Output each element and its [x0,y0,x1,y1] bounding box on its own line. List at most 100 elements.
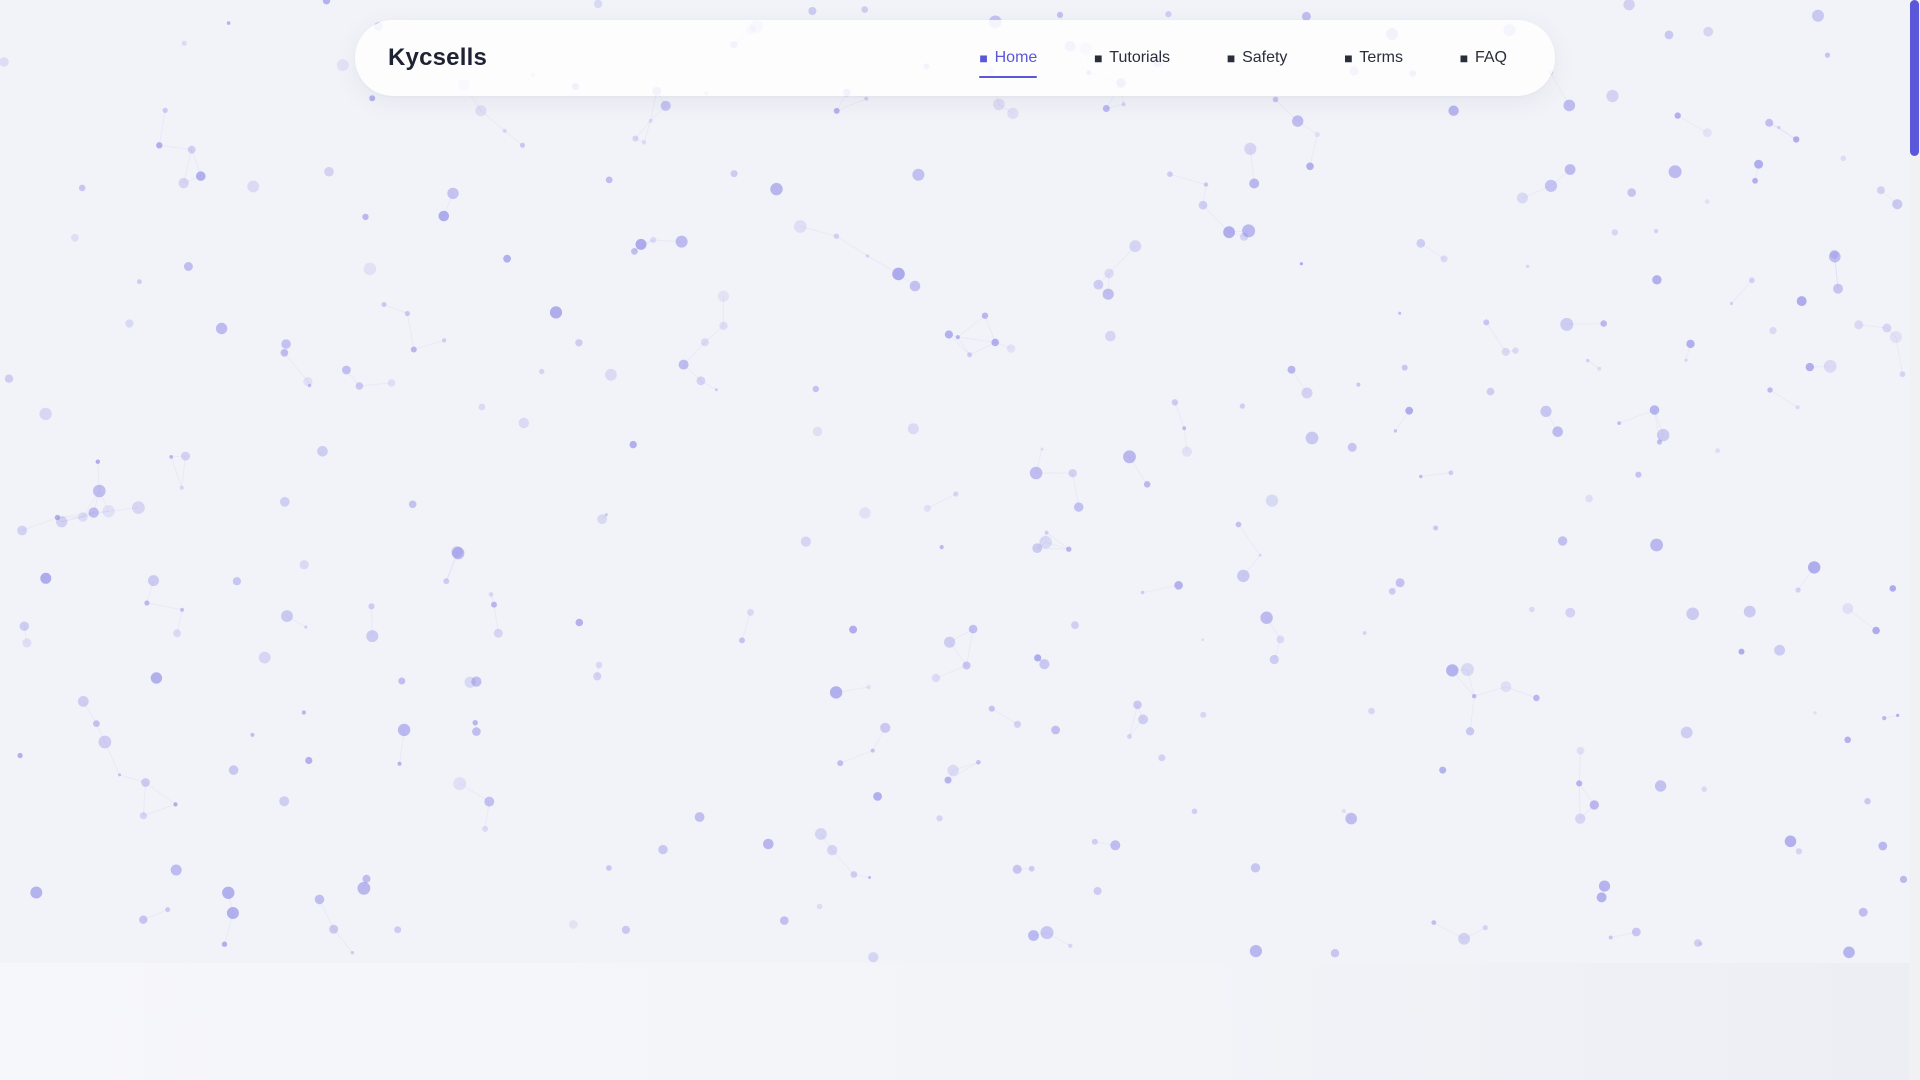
particle-dot [173,629,182,638]
particle-dot [178,177,189,189]
particle-dot [700,338,709,347]
particle-dot [629,440,637,449]
particle-dot [1686,607,1699,621]
particle-dot [1006,344,1016,353]
brand-logo[interactable]: Kycsells [388,20,487,96]
nav-item-home[interactable]: ■ Home [978,20,1037,96]
particle-dot [1398,311,1402,315]
particle-dot [1198,200,1208,210]
particle-dot [1071,621,1079,629]
particle-dot [1635,471,1642,478]
particle-link [957,336,996,343]
particle-dot [150,672,163,684]
particle-dot [1843,946,1855,959]
particle-dot [1191,808,1198,815]
particle-dot [475,105,487,117]
particle-dot [815,828,827,840]
particle-dot [1701,786,1707,792]
particle-dot [452,546,465,560]
particle-dot [317,446,328,457]
particle-dot [93,484,106,498]
particle-dot [520,142,525,148]
particle-dot [1686,339,1695,349]
particle-dot [833,107,840,114]
nav-item-tutorials[interactable]: ■ Tutorials [1093,20,1170,96]
particle-dot [78,184,86,192]
particle-dot [1598,880,1611,892]
particle-dot [868,876,872,879]
particle-dot [953,491,959,497]
particle-dot [1649,405,1660,415]
particle-dot [1091,838,1098,845]
particle-dot [1133,700,1142,710]
particle-dot [1516,192,1528,204]
particle-dot [1181,446,1192,457]
particle-dot [641,140,647,145]
particle-link [143,803,176,817]
particle-dot [1102,105,1110,112]
particle-dot [398,677,406,685]
particle-dot [169,455,174,459]
particle-dot [1345,812,1357,825]
particle-dot [1244,142,1257,155]
particle-dot [301,710,306,715]
particle-dot [1110,840,1121,851]
particle-dot [1864,798,1871,805]
particle-dot [632,135,639,142]
particle-dot [1872,626,1880,635]
particle-dot [4,374,14,383]
particle-dot [181,451,190,461]
particle-dot [1840,155,1847,162]
particle-link [146,602,183,611]
particle-link [741,612,752,641]
particle-dot [1032,543,1043,553]
particle-dot [1533,694,1540,702]
scrollbar-thumb[interactable] [1910,0,1919,156]
particle-link [991,708,1018,725]
particle-dot [865,254,870,258]
particle-dot [931,673,941,683]
particle-dot [1576,780,1583,787]
particle-dot [162,107,168,113]
particle-dot [408,500,417,509]
particle-dot [569,920,578,929]
particle-link [1238,524,1261,556]
particle-dot [132,501,145,514]
particle-dot [1393,429,1398,433]
particle-dot [947,764,959,777]
particle-dot [394,926,402,934]
particle-dot [780,916,789,925]
particle-dot [870,748,875,753]
particle-dot [1239,403,1246,409]
particle-link [504,130,523,146]
nav-item-faq[interactable]: ■ FAQ [1459,20,1507,96]
particle-link [1618,409,1655,424]
particle-dot [363,262,377,276]
particle-dot [1657,428,1670,442]
nav-item-safety[interactable]: ■ Safety [1226,20,1288,96]
particle-dot [1028,865,1035,872]
particle-dot [139,812,147,820]
particle-dot [1552,426,1563,438]
nav-item-terms[interactable]: ■ Terms [1343,20,1403,96]
particle-dot [1200,711,1207,718]
particle-dot [1123,450,1136,464]
particle-dot [482,825,489,832]
particle-dot [1793,136,1800,143]
particle-dot [1892,199,1903,210]
scrollbar-track[interactable] [1909,0,1920,1080]
particle-dot [118,773,121,777]
particle-dot [102,505,115,518]
particle-dot [1501,347,1510,356]
particle-dot [493,628,503,638]
particle-dot [1824,52,1831,58]
particle-dot [139,915,148,924]
particle-dot [1034,654,1042,662]
particle-dot [800,536,812,547]
particle-dot [1007,107,1019,119]
particle-dot [447,187,459,200]
particle-dot [909,280,921,292]
particle-link [21,517,58,531]
particle-dot [232,577,241,586]
particle-dot [1882,323,1892,333]
